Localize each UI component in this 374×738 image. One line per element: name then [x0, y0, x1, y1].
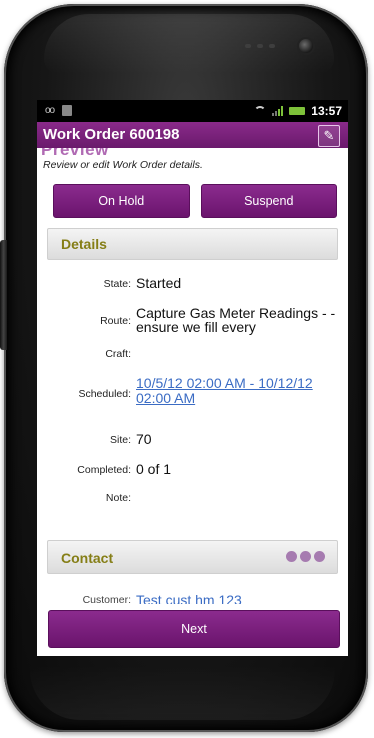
- app-title-bar: Work Order 600198 ✎: [37, 122, 348, 148]
- customer-link[interactable]: Test cust hm 123: [136, 592, 242, 604]
- field-value: Capture Gas Meter Readings - - ensure we…: [136, 305, 336, 335]
- more-options-icon[interactable]: [286, 551, 325, 562]
- page-subtitle: Review or edit Work Order details.: [43, 159, 203, 171]
- phone-highlight: [44, 14, 334, 74]
- field-value: 0 of 1: [136, 461, 172, 477]
- details-section-header[interactable]: Details: [47, 228, 338, 260]
- main-content[interactable]: Preview Review or edit Work Order detail…: [37, 148, 348, 604]
- voicemail-icon: oo: [45, 105, 55, 116]
- field-value: 70: [136, 431, 152, 447]
- bottom-bar: Next: [37, 604, 348, 656]
- usb-debug-icon: [62, 105, 73, 116]
- scheduled-link[interactable]: 10/5/12 02:00 AM - 10/12/12 02:00 AM: [136, 376, 346, 406]
- wifi-icon: [254, 106, 267, 116]
- next-button[interactable]: Next: [48, 610, 340, 648]
- suspend-button[interactable]: Suspend: [200, 184, 337, 218]
- field-label: Completed:: [77, 464, 131, 476]
- field-label: Craft:: [105, 348, 131, 360]
- field-label: Route:: [100, 315, 131, 327]
- on-hold-button[interactable]: On Hold: [53, 184, 190, 218]
- signal-icon: [272, 106, 284, 116]
- field-label: State:: [103, 278, 131, 290]
- edit-icon[interactable]: ✎: [318, 125, 340, 147]
- status-time: 13:57: [311, 104, 342, 118]
- action-buttons: On Hold Suspend: [53, 184, 337, 218]
- status-bar: oo 13:57: [37, 100, 348, 122]
- details-section-title: Details: [61, 236, 107, 252]
- app-title: Work Order 600198: [43, 126, 180, 143]
- field-label: Customer:: [82, 594, 131, 604]
- field-label: Site:: [109, 434, 131, 446]
- volume-button: [0, 240, 7, 350]
- front-camera: [299, 39, 313, 53]
- battery-icon: [289, 107, 306, 115]
- earpiece-speaker: [245, 44, 275, 48]
- contact-section-header[interactable]: Contact: [47, 540, 338, 574]
- contact-section-title: Contact: [61, 550, 114, 566]
- field-label: Scheduled:: [78, 388, 131, 400]
- phone-screen: oo 13:57 Work Order 600198 ✎ Preview Rev…: [37, 100, 348, 656]
- phone-chin: [30, 665, 335, 720]
- field-label: Note:: [105, 492, 131, 504]
- field-value: Started: [136, 275, 182, 291]
